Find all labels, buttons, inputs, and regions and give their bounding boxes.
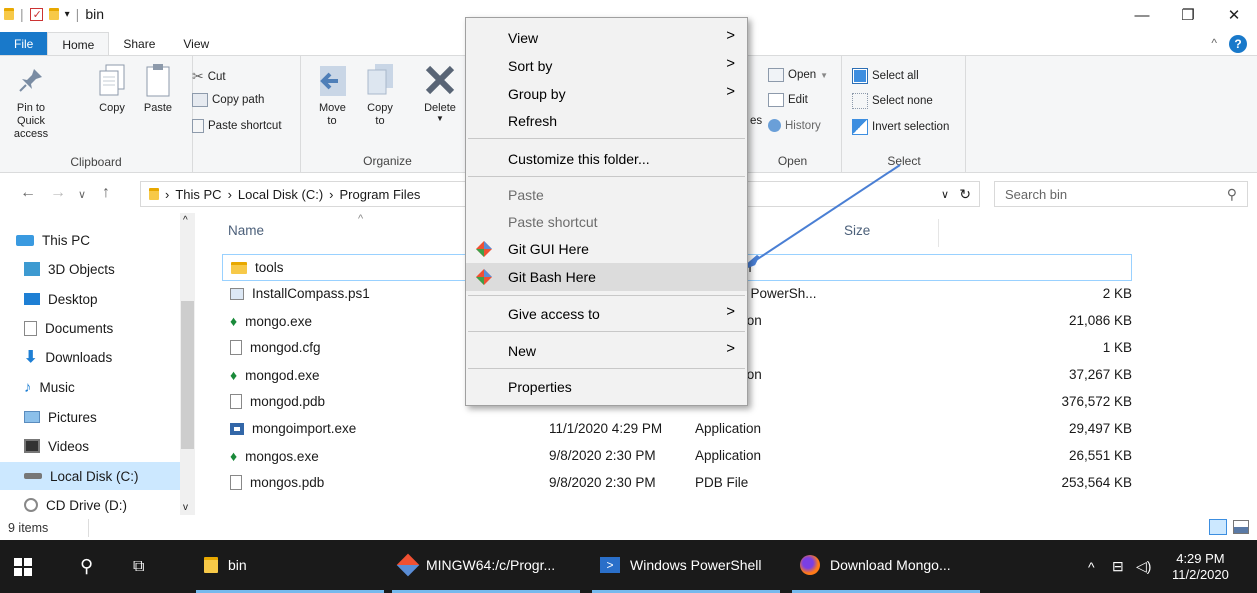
git-bash-icon [476,269,492,285]
menu-item-group-by[interactable]: Group by > [466,80,747,108]
menu-separator [468,138,745,139]
menu-item-git-gui-here[interactable]: Git GUI Here [466,235,747,263]
chevron-right-icon: > [726,303,735,320]
menu-label: Properties [508,379,572,395]
menu-item-customize-folder[interactable]: Customize this folder... [466,145,747,173]
menu-label: Git GUI Here [508,241,589,257]
menu-item-git-bash-here[interactable]: Git Bash Here [466,263,747,291]
context-menu: View > Sort by > Group by > Refresh Customi… [465,17,748,406]
menu-item-properties[interactable]: Properties [466,373,747,401]
chevron-right-icon: > [726,83,735,100]
menu-label: Customize this folder... [508,151,650,167]
menu-item-view[interactable]: View > [466,24,747,52]
chevron-right-icon: > [726,55,735,72]
menu-label: Paste shortcut [508,214,598,230]
git-gui-icon [476,241,492,257]
menu-label: View [508,30,539,46]
menu-item-paste[interactable]: Paste [466,181,747,209]
menu-item-sort-by[interactable]: Sort by > [466,52,747,80]
menu-item-paste-shortcut[interactable]: Paste shortcut [466,208,747,236]
menu-separator [468,176,745,177]
menu-separator [468,295,745,296]
menu-label: Paste [508,187,544,203]
menu-label: Refresh [508,113,558,129]
menu-label: Sort by [508,58,553,74]
menu-item-new[interactable]: New > [466,337,747,365]
chevron-right-icon: > [726,27,735,44]
menu-label: Give access to [508,306,600,322]
menu-label: New [508,343,537,359]
menu-item-refresh[interactable]: Refresh [466,107,747,135]
menu-label: Git Bash Here [508,269,596,285]
menu-item-give-access[interactable]: Give access to > [466,300,747,328]
chevron-right-icon: > [726,340,735,357]
menu-separator [468,368,745,369]
menu-separator [468,331,745,332]
menu-label: Group by [508,86,566,102]
